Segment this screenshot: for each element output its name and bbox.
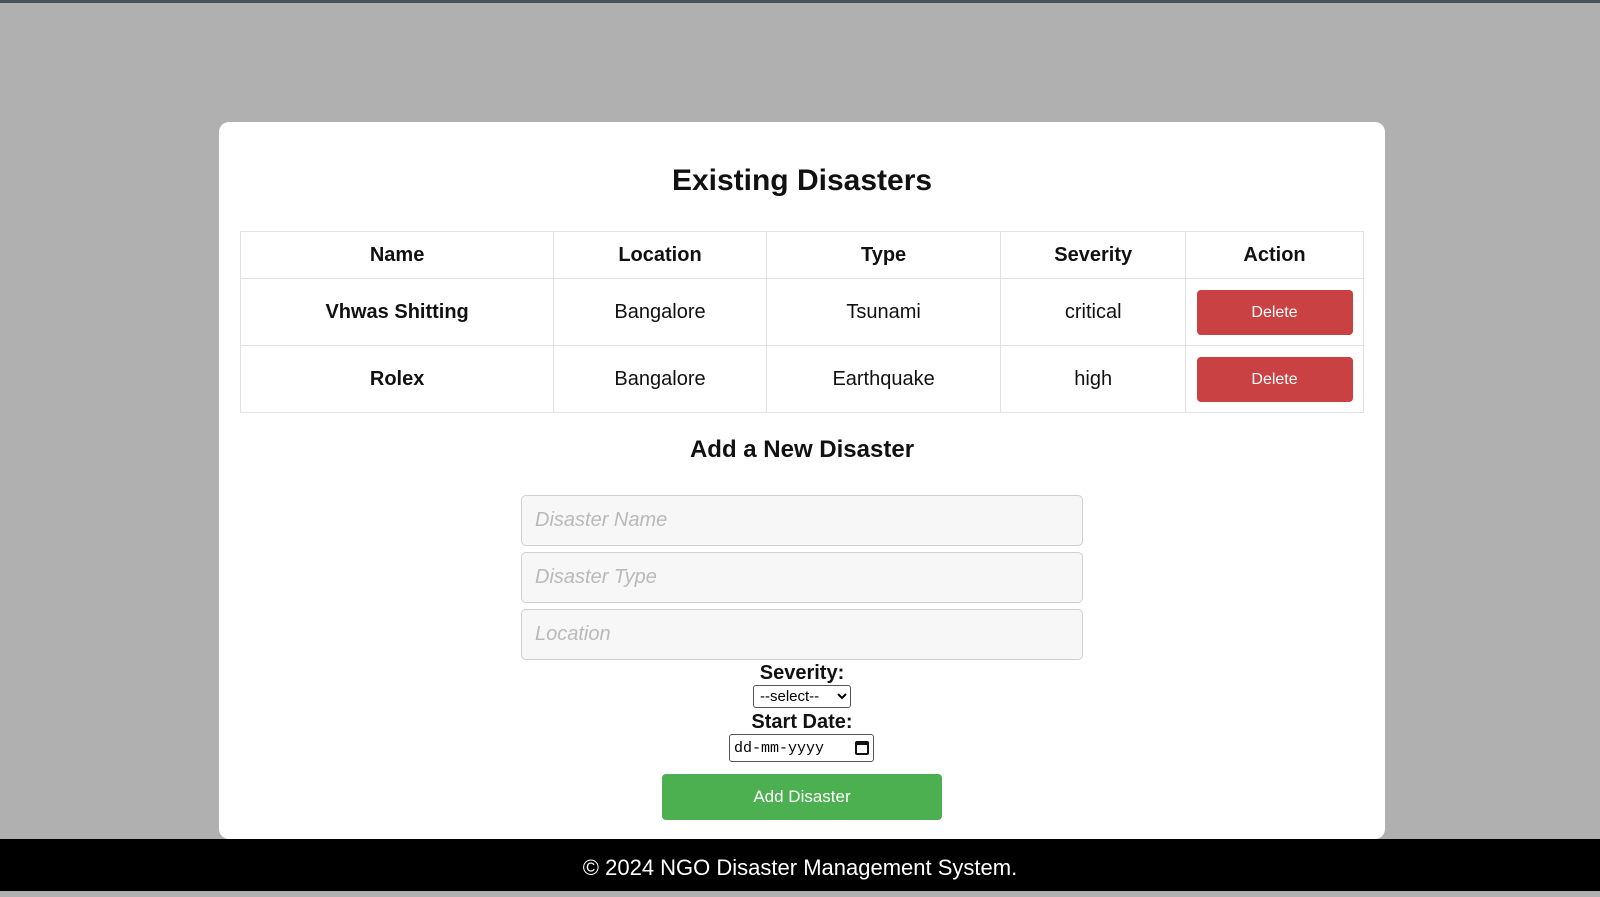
column-header-location: Location [553,231,767,279]
disaster-type-cell: Tsunami [765,278,1002,346]
disaster-type-cell: Earthquake [765,345,1002,413]
disaster-name-cell: Rolex [239,345,555,413]
disaster-type-input[interactable] [521,552,1083,603]
disasters-table: Name Location Type Severity Action Vhwas… [239,231,1364,413]
column-header-action: Action [1185,231,1364,279]
start-date-placeholder: dd-mm-yyyy [734,739,825,757]
disasters-card: Existing Disasters Name Location Type Se… [219,122,1385,839]
column-header-name: Name [239,231,555,279]
severity-label: Severity: [759,662,845,684]
column-header-type: Type [765,231,1002,279]
delete-button[interactable]: Delete [1196,289,1353,335]
location-input[interactable] [521,609,1083,660]
footer: © 2024 NGO Disaster Management System. [0,839,1600,891]
disaster-action-cell: Delete [1185,345,1364,413]
top-border [0,0,1600,3]
disaster-location-cell: Bangalore [553,345,767,413]
page-title: Existing Disasters [671,164,933,197]
disaster-name-input[interactable] [521,495,1083,546]
start-date-label: Start Date: [751,711,853,733]
disaster-name-cell: Vhwas Shitting [239,278,555,346]
calendar-icon[interactable] [855,741,869,755]
start-date-input[interactable]: dd-mm-yyyy [729,734,874,762]
disaster-location-cell: Bangalore [553,278,767,346]
add-disaster-title: Add a New Disaster [689,436,915,463]
column-header-severity: Severity [1000,231,1187,279]
delete-button[interactable]: Delete [1196,356,1353,402]
disaster-action-cell: Delete [1185,278,1364,346]
severity-select[interactable]: --select-- [753,685,851,708]
table-row: Rolex Bangalore Earthquake high Delete [239,345,1364,413]
disaster-severity-cell: high [1000,345,1187,413]
disaster-severity-cell: critical [1000,278,1187,346]
table-row: Vhwas Shitting Bangalore Tsunami critica… [239,278,1364,346]
table-header-row: Name Location Type Severity Action [239,231,1364,279]
add-disaster-button[interactable]: Add Disaster [662,774,942,820]
